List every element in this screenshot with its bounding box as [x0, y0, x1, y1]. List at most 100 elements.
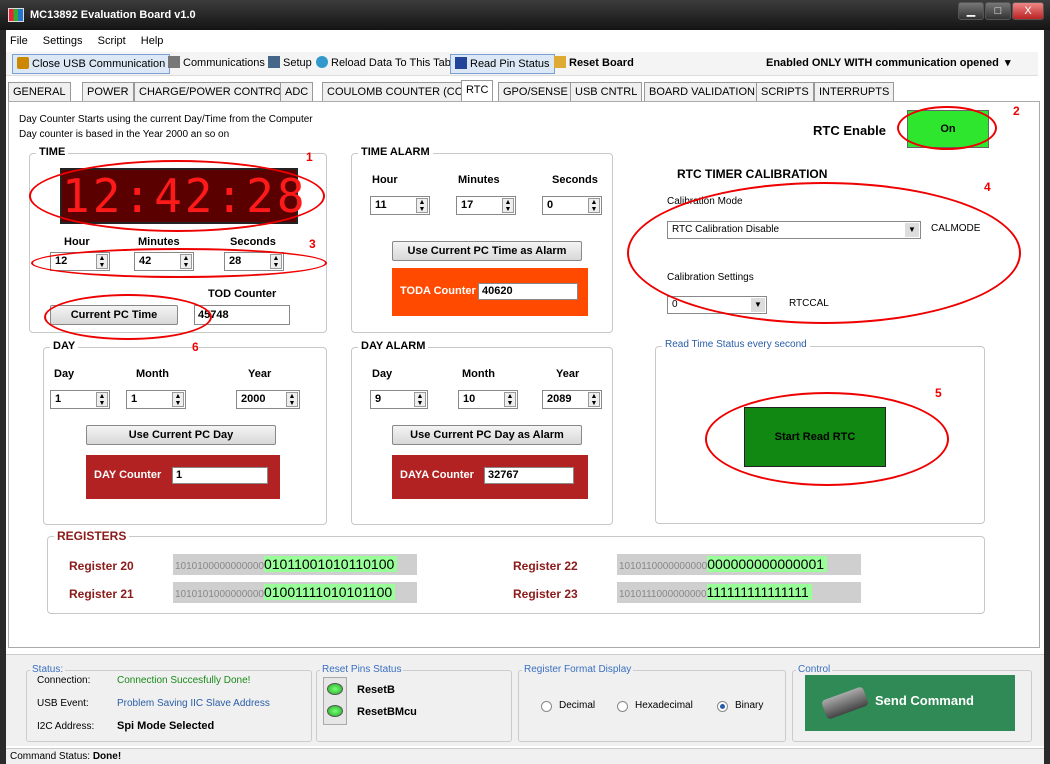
day-counter-box: DAY Counter 1 — [86, 455, 280, 499]
reset-icon — [554, 56, 566, 68]
month-stepper[interactable]: 1 ▲ ▼ — [126, 390, 186, 409]
spinner-arrows-icon[interactable]: ▲ ▼ — [286, 392, 298, 407]
send-command-button[interactable]: Send Command — [805, 675, 1015, 731]
setup-button[interactable]: Setup — [264, 54, 316, 74]
tod-counter-label: TOD Counter — [208, 288, 277, 300]
rtc-enable-label: RTC Enable — [813, 123, 886, 138]
spinner-arrows-icon[interactable]: ▲ ▼ — [588, 392, 600, 407]
reset-board-button[interactable]: Reset Board — [550, 54, 638, 74]
rtc-panel: Day Counter Starts using the current Day… — [8, 101, 1040, 648]
year-stepper[interactable]: 2000 ▲ ▼ — [236, 390, 300, 409]
register-21-value: 101010100000000001001111010101100 — [173, 582, 417, 603]
close-usb-label: Close USB Communication — [32, 58, 166, 70]
tab-rtc[interactable]: RTC — [461, 80, 494, 103]
i2c-address-label: I2C Address: — [37, 721, 95, 732]
use-pc-time-alarm-button[interactable]: Use Current PC Time as Alarm — [392, 241, 582, 261]
spinner-arrows-icon[interactable]: ▲ ▼ — [416, 198, 428, 213]
hour-label: Hour — [64, 236, 90, 248]
menu-file[interactable]: File — [10, 35, 28, 47]
tab-scripts[interactable]: SCRIPTS — [756, 82, 814, 102]
communications-button[interactable]: Communications — [164, 54, 269, 74]
read-pin-status-button[interactable]: Read Pin Status — [450, 54, 555, 74]
tab-interrupts[interactable]: INTERRUPTS — [814, 82, 895, 102]
registers-label: REGISTERS — [54, 529, 130, 543]
toolbar: Close USB Communication Communications S… — [6, 52, 1038, 76]
reset-pins-group: Reset Pins Status ResetB ResetBMcu — [316, 664, 512, 742]
year-label: Year — [248, 368, 272, 380]
hexadecimal-radio[interactable] — [617, 701, 628, 712]
spinner-arrows-icon[interactable]: ▲ ▼ — [172, 392, 184, 407]
tab-board-validation[interactable]: BOARD VALIDATION — [644, 82, 760, 102]
day-group-label: DAY — [50, 340, 79, 352]
menu-help[interactable]: Help — [141, 35, 164, 47]
seconds-label: Seconds — [230, 236, 276, 248]
menu-script[interactable]: Script — [98, 35, 126, 47]
send-command-label: Send Command — [875, 693, 974, 708]
command-status-bar: Command Status: Done! — [6, 748, 1044, 764]
close-usb-button[interactable]: Close USB Communication — [12, 54, 171, 74]
communications-label: Communications — [183, 57, 265, 69]
tab-usb-cntrl[interactable]: USB CNTRL — [570, 82, 643, 102]
annotation-4: 4 — [984, 180, 991, 194]
spinner-arrows-icon[interactable]: ▲ ▼ — [504, 392, 516, 407]
hexadecimal-label: Hexadecimal — [635, 700, 693, 711]
register-22-prefix: 1010110000000000 — [619, 561, 708, 572]
connection-mode-value: Enabled ONLY WITH communication opened — [766, 57, 999, 69]
spinner-arrows-icon[interactable]: ▲ ▼ — [414, 392, 426, 407]
spinner-arrows-icon[interactable]: ▲ ▼ — [502, 198, 514, 213]
daya-counter-field[interactable]: 32767 — [484, 467, 574, 484]
reload-button[interactable]: Reload Data To This Tab — [312, 54, 455, 74]
spinner-arrows-icon[interactable]: ▲ ▼ — [588, 198, 600, 213]
day-stepper[interactable]: 1 ▲ ▼ — [50, 390, 110, 409]
control-title: Control — [796, 664, 833, 675]
register-22-bits: 000000000000001 — [707, 556, 828, 572]
day-counter-field[interactable]: 1 — [172, 467, 268, 484]
format-title: Register Format Display — [522, 664, 634, 675]
tab-charge-power[interactable]: CHARGE/POWER CONTROL — [134, 82, 293, 102]
window-title: MC13892 Evaluation Board v1.0 — [30, 9, 196, 21]
alarm-day-stepper[interactable]: 9 ▲ ▼ — [370, 390, 428, 409]
alarm-year-stepper[interactable]: 2089 ▲ ▼ — [542, 390, 602, 409]
highlight-ring — [897, 106, 997, 150]
highlight-ring — [705, 392, 949, 486]
reload-icon — [316, 56, 328, 68]
format-group: Register Format Display Decimal Hexadeci… — [518, 664, 786, 742]
alarm-seconds-value: 0 — [547, 199, 554, 211]
chip-icon — [455, 57, 467, 69]
tab-adc[interactable]: ADC — [280, 82, 314, 102]
register-22-label: Register 22 — [513, 559, 578, 573]
time-group-label: TIME — [36, 146, 69, 158]
communications-icon — [168, 56, 180, 68]
highlight-ring — [29, 160, 325, 232]
tab-power[interactable]: POWER — [82, 82, 134, 102]
day-group: DAY Day Month Year 1 ▲ ▼ 1 ▲ ▼ 2000 ▲ ▼ Use Cu… — [43, 340, 327, 525]
connection-label: Connection: — [37, 675, 91, 686]
minimize-button[interactable]: ▁ — [958, 2, 984, 20]
command-status-label: Command Status: — [10, 751, 91, 762]
status-title: Status: — [30, 664, 66, 675]
tab-general[interactable]: GENERAL — [8, 82, 71, 102]
toda-counter-field[interactable]: 40620 — [478, 283, 578, 300]
register-21-prefix: 1010101000000000 — [175, 589, 264, 600]
close-button[interactable]: X — [1012, 2, 1044, 20]
chevron-down-icon: ▾ — [1004, 57, 1011, 69]
use-pc-day-button[interactable]: Use Current PC Day — [86, 425, 276, 445]
binary-radio[interactable] — [717, 701, 728, 712]
alarm-minutes-stepper[interactable]: 17 ▲ ▼ — [456, 196, 516, 215]
alarm-month-stepper[interactable]: 10 ▲ ▼ — [458, 390, 518, 409]
spinner-arrows-icon[interactable]: ▲ ▼ — [96, 392, 108, 407]
alarm-hour-stepper[interactable]: 11 ▲ ▼ — [370, 196, 430, 215]
alarm-seconds-stepper[interactable]: 0 ▲ ▼ — [542, 196, 602, 215]
menu-settings[interactable]: Settings — [43, 35, 83, 47]
day-counter-label: DAY Counter — [94, 469, 162, 481]
alarm-day-value: 9 — [375, 393, 382, 405]
connection-mode-dropdown[interactable]: Enabled ONLY WITH communication opened ▾ — [762, 54, 1015, 74]
tab-strip: GENERAL POWER CHARGE/POWER CONTROL ADC C… — [8, 80, 1040, 103]
use-pc-day-alarm-button[interactable]: Use Current PC Day as Alarm — [392, 425, 582, 445]
daya-counter-box: DAYA Counter 32767 — [392, 455, 588, 499]
setup-label: Setup — [283, 57, 312, 69]
tab-coulomb-counter[interactable]: COULOMB COUNTER (CC) — [322, 82, 472, 102]
decimal-radio[interactable] — [541, 701, 552, 712]
maximize-button[interactable]: □ — [985, 2, 1011, 20]
tab-gpo-sense[interactable]: GPO/SENSE — [498, 82, 573, 102]
